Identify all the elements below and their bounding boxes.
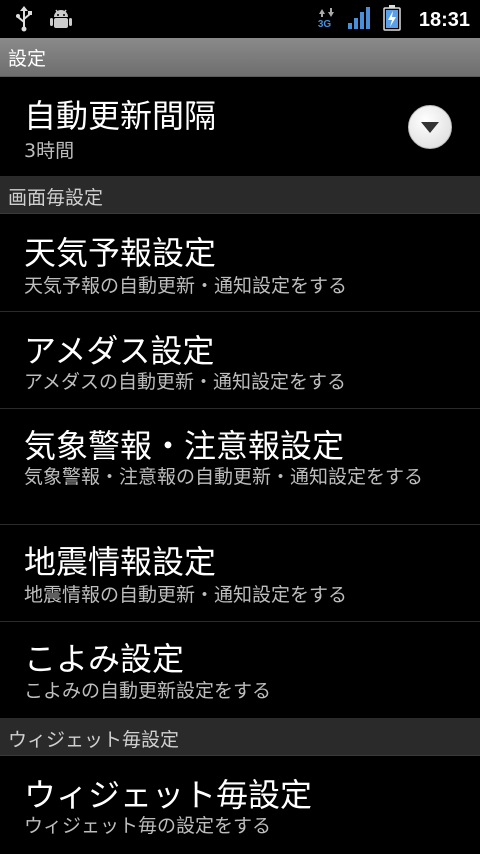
title-bar: 設定 — [0, 38, 480, 77]
preference-summary: ウィジェット毎の設定をする — [24, 815, 272, 837]
preference-weather-forecast[interactable]: 天気予報設定 天気予報の自動更新・通知設定をする — [0, 214, 480, 312]
network-type-label: 3G — [317, 19, 332, 30]
category-header-screen: 画面毎設定 — [0, 177, 480, 214]
preference-summary: 地震情報の自動更新・通知設定をする — [24, 584, 348, 606]
preference-summary: 気象警報・注意報の自動更新・通知設定をする — [24, 466, 424, 488]
network-3g-icon: 3G — [317, 7, 337, 33]
notification-icons — [14, 6, 72, 36]
category-label: 画面毎設定 — [8, 187, 104, 209]
auto-update-interval-preference[interactable]: 自動更新間隔 3時間 — [0, 77, 480, 177]
signal-strength-icon — [347, 6, 373, 34]
preference-weather-warning[interactable]: 気象警報・注意報設定 気象警報・注意報の自動更新・通知設定をする — [0, 409, 480, 525]
dropdown-button[interactable] — [408, 105, 452, 149]
preference-earthquake-info[interactable]: 地震情報設定 地震情報の自動更新・通知設定をする — [0, 525, 480, 622]
preference-title: 天気予報設定 — [24, 234, 217, 272]
preference-summary: 天気予報の自動更新・通知設定をする — [24, 275, 348, 297]
preference-value: 3時間 — [24, 140, 75, 162]
preference-summary: アメダスの自動更新・通知設定をする — [24, 371, 347, 393]
preference-title: こよみ設定 — [24, 640, 185, 678]
category-header-widget: ウィジェット毎設定 — [0, 719, 480, 756]
clock: 18:31 — [418, 8, 470, 31]
preference-title: 気象警報・注意報設定 — [24, 427, 345, 465]
preference-amedas[interactable]: アメダス設定 アメダスの自動更新・通知設定をする — [0, 312, 480, 409]
preference-summary: こよみの自動更新設定をする — [24, 680, 272, 702]
preference-koyomi[interactable]: こよみ設定 こよみの自動更新設定をする — [0, 622, 480, 719]
preference-title: ウィジェット毎設定 — [24, 776, 313, 814]
status-bar: 3G 18:31 — [0, 0, 480, 38]
android-debug-icon — [50, 7, 72, 35]
page-title: 設定 — [8, 48, 47, 70]
system-icons: 3G 18:31 — [317, 5, 470, 35]
preference-widget-settings[interactable]: ウィジェット毎設定 ウィジェット毎の設定をする — [0, 756, 480, 854]
preference-title: 自動更新間隔 — [24, 97, 217, 135]
chevron-down-icon — [421, 122, 439, 133]
preference-title: 地震情報設定 — [24, 543, 217, 581]
usb-icon — [14, 6, 34, 36]
preference-title: アメダス設定 — [24, 332, 215, 370]
category-label: ウィジェット毎設定 — [8, 729, 180, 751]
battery-charging-icon — [383, 5, 401, 35]
